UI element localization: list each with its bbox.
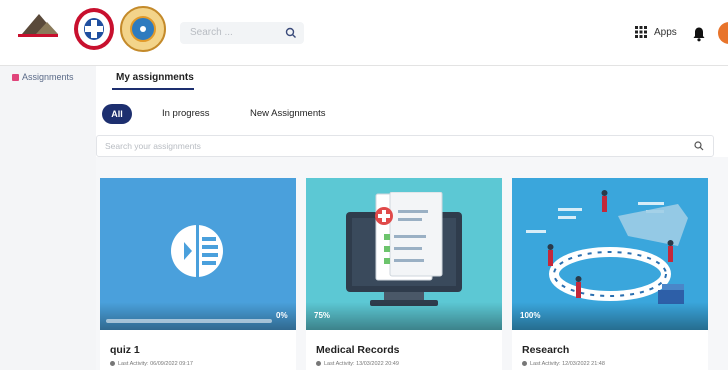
assignments-icon (12, 74, 19, 81)
last-activity-text: Last Activity: 06/09/2022 09:17 (110, 361, 193, 367)
medical-records-thumbnail: 75% (306, 178, 502, 330)
clock-icon (522, 361, 527, 366)
research-thumbnail: 100% (512, 178, 708, 330)
progress-label: 100% (520, 311, 541, 320)
assignment-card-quiz-1[interactable]: 0% quiz 1 Last Activity: 06/09/2022 09:1… (100, 178, 296, 370)
search-icon[interactable] (693, 140, 705, 152)
assignment-name[interactable]: quiz 1 (110, 344, 140, 356)
global-search-input[interactable]: Search ... (180, 22, 304, 44)
notifications-bell-icon[interactable] (692, 26, 706, 42)
medical-records-illustration (346, 192, 462, 306)
progress-label: 0% (276, 311, 288, 320)
top-bar: Search ... Apps (0, 0, 728, 66)
sidebar-item-label: Assignments (22, 72, 74, 82)
institution-seal-logo[interactable] (120, 6, 166, 52)
thumbnail-shade (512, 302, 708, 330)
filter-all-chip[interactable]: All (102, 104, 132, 124)
assignment-name[interactable]: Medical Records (316, 344, 399, 356)
apps-menu-button[interactable]: Apps (634, 24, 682, 42)
left-sidebar: Assignments (0, 66, 96, 370)
assignment-card-medical-records[interactable]: 75% Medical Records Last Activity: 13/03… (306, 178, 502, 370)
clock-icon (110, 361, 115, 366)
page-title[interactable]: My assignments (116, 72, 194, 83)
apps-grid-icon (635, 26, 647, 38)
quiz-thumbnail: 0% (100, 178, 296, 330)
last-activity-value: Last Activity: 06/09/2022 09:17 (118, 361, 193, 367)
assignment-search-placeholder: Search your assignments (105, 141, 201, 151)
last-activity-value: Last Activity: 12/03/2022 21:48 (530, 361, 605, 367)
last-activity-value: Last Activity: 13/03/2022 20:49 (324, 361, 399, 367)
search-placeholder: Search ... (190, 27, 233, 38)
thumbnail-shade (100, 302, 296, 330)
filter-in-progress-chip[interactable]: In progress (162, 108, 210, 119)
progress-bar (106, 319, 272, 323)
ministry-of-health-logo[interactable] (74, 8, 114, 50)
assignment-card-research[interactable]: 100% Research Last Activity: 12/03/2022 … (512, 178, 708, 370)
apps-label: Apps (654, 27, 677, 38)
active-tab-indicator (112, 88, 194, 90)
filter-new-assignments-chip[interactable]: New Assignments (250, 108, 326, 119)
research-illustration (526, 190, 688, 304)
thumbnail-shade (306, 302, 502, 330)
user-avatar[interactable] (718, 22, 728, 44)
sidebar-item-assignments[interactable]: Assignments (8, 70, 94, 86)
quiz-presentation-icon (171, 225, 223, 277)
last-activity-text: Last Activity: 12/03/2022 21:48 (522, 361, 605, 367)
assignment-search-input[interactable]: Search your assignments (96, 135, 714, 157)
pyramid-logo[interactable] (8, 10, 68, 60)
assignment-name[interactable]: Research (522, 344, 569, 356)
filter-bar: All In progress New Assignments (96, 95, 728, 132)
last-activity-text: Last Activity: 13/03/2022 20:49 (316, 361, 399, 367)
clock-icon (316, 361, 321, 366)
progress-label: 75% (314, 311, 331, 320)
search-icon[interactable] (284, 26, 298, 40)
